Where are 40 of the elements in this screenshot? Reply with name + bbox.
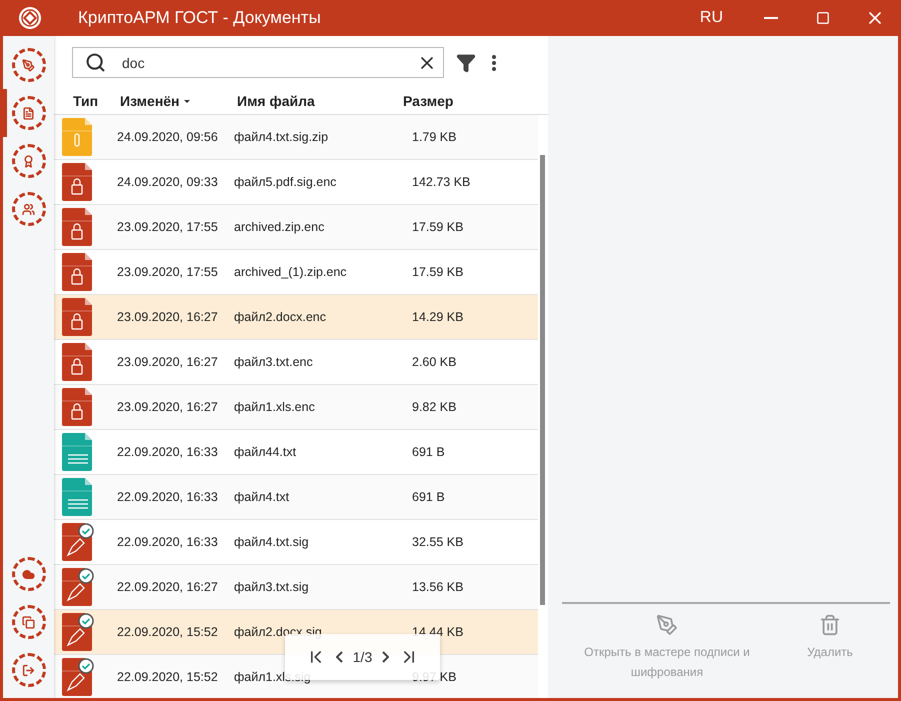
table-cell-text: 17.59 KB [412, 265, 464, 279]
table-cell-text: 22.09.2020, 16:33 [117, 445, 219, 459]
table-cell-text: 9.97 KB [412, 670, 458, 684]
table-cell-text: 691 B [412, 445, 446, 459]
table-cell-text: файл1.xls.sig [234, 670, 312, 684]
table-cell-text: файл4.txt.sig.zip [234, 130, 330, 144]
table-cell-text: 22.09.2020, 16:27 [117, 580, 219, 594]
table-cell-text: файл2.docx.enc [234, 310, 327, 324]
table-cell-text: 691 B [412, 490, 446, 504]
table-cell-text: 24.09.2020, 09:56 [117, 130, 219, 144]
table-cell-text: файл5.pdf.sig.enc [234, 175, 338, 189]
table-cell-text: 22.09.2020, 15:52 [117, 625, 219, 639]
table-cell-text: файл3.txt.sig [234, 580, 310, 594]
table-cell-text: файл3.txt.enc [234, 355, 314, 369]
table-cell-text: archived.zip.enc [234, 220, 326, 234]
table-cell-text: archived_(1).zip.enc [234, 265, 348, 279]
table-cell-text: 14.44 KB [412, 625, 464, 639]
window-title: КриптоАРМ ГОСТ - Документы [77, 8, 322, 28]
table-cell-text: файл1.xls.enc [234, 400, 316, 414]
table-cell-text: 22.09.2020, 15:52 [117, 670, 219, 684]
table-cell-text: 32.55 KB [412, 535, 464, 549]
table-cell-text: 17.59 KB [412, 220, 464, 234]
table-cell-text: 23.09.2020, 16:27 [117, 310, 219, 324]
table-cell-text: 22.09.2020, 16:33 [117, 535, 219, 549]
table-cell-text: 23.09.2020, 17:55 [117, 265, 219, 279]
table-cell-text: файл2.docx.sig [234, 625, 323, 639]
table-cell-text: 9.82 KB [412, 400, 458, 414]
table-cell-text: 23.09.2020, 16:27 [117, 400, 219, 414]
table-cell-text: файл44.txt [234, 445, 298, 459]
table-cell-text: файл4.txt.sig [234, 535, 310, 549]
table-cell-text: 23.09.2020, 16:27 [117, 355, 219, 369]
table-cell-text: файл4.txt [234, 490, 290, 504]
table-cell-text: 23.09.2020, 17:55 [117, 220, 219, 234]
table-cell-text: 14.29 KB [412, 310, 464, 324]
table-cell-text: 2.60 KB [412, 355, 458, 369]
table-cell-text: 22.09.2020, 16:33 [117, 490, 219, 504]
table-cell-text: 1.79 KB [412, 130, 458, 144]
table-cell-text: 24.09.2020, 09:33 [117, 175, 219, 189]
table-cell-text: 142.73 KB [412, 175, 472, 189]
table-cell-text: 13.56 KB [412, 580, 464, 594]
